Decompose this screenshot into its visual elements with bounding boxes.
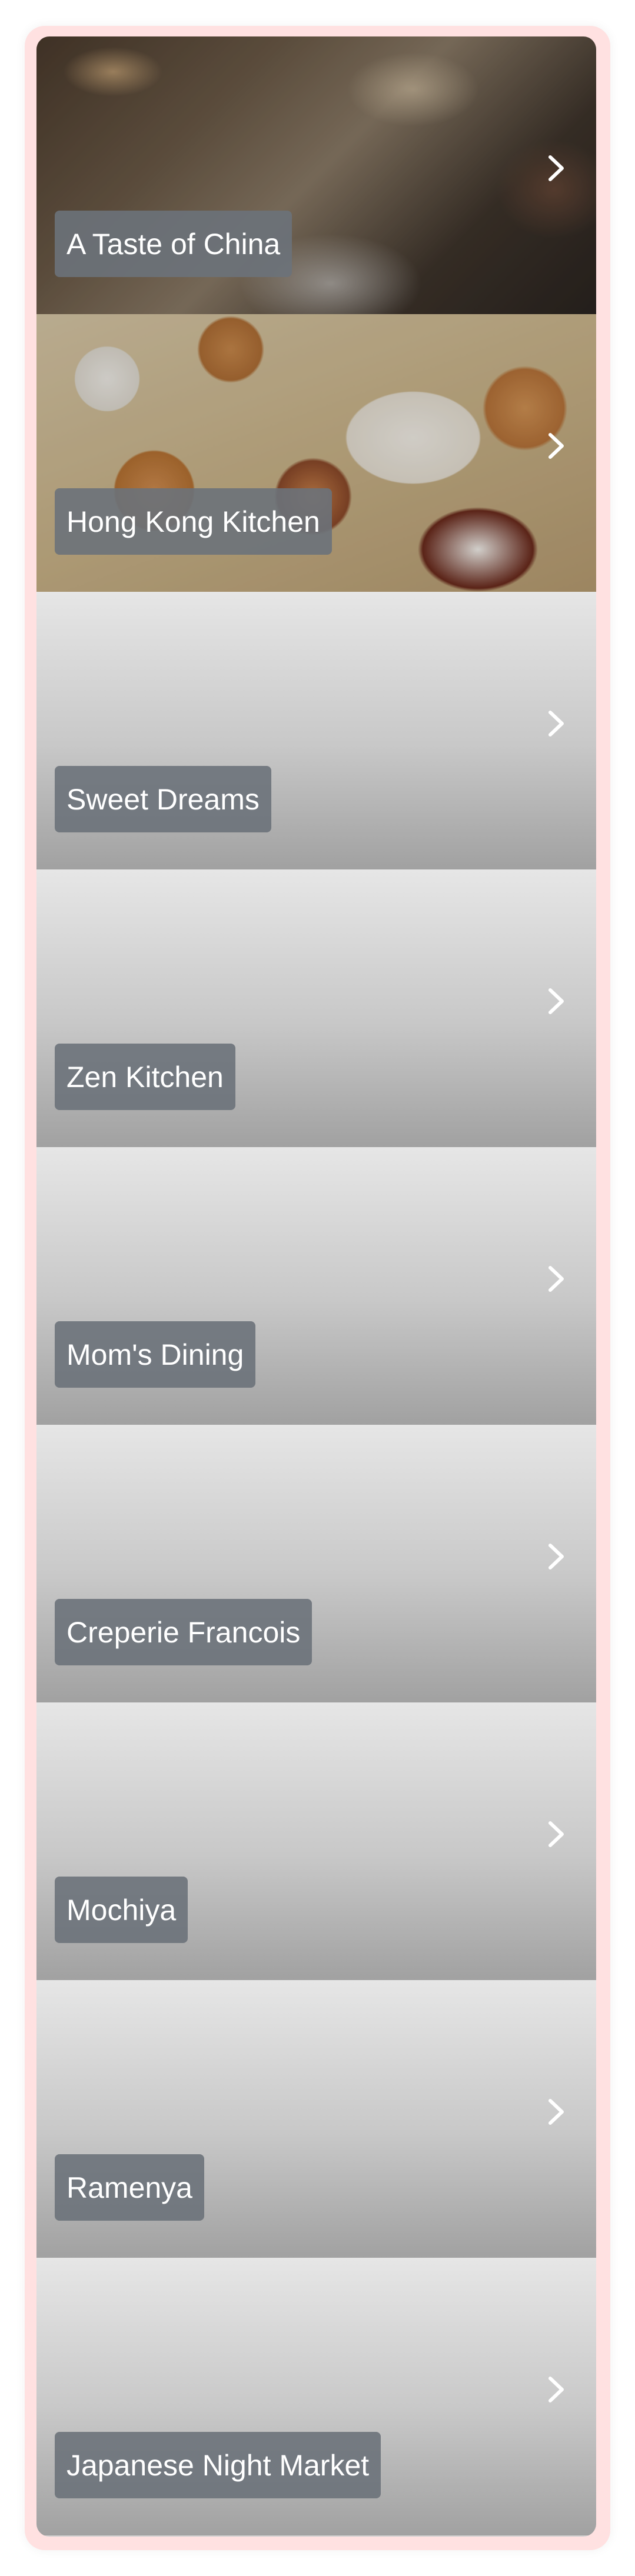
- restaurant-name: Creperie Francois: [55, 1599, 312, 1665]
- restaurant-list: A Taste of China Hong Kong Kitchen Sweet…: [36, 36, 596, 2537]
- restaurant-card-creperie-francois[interactable]: Creperie Francois: [36, 1425, 596, 1702]
- chevron-right-icon: [546, 154, 567, 183]
- restaurant-name: Japanese Night Market: [55, 2432, 381, 2498]
- chevron-right-icon: [546, 2375, 567, 2404]
- restaurant-card-sweet-dreams[interactable]: Sweet Dreams: [36, 592, 596, 869]
- chevron-right-icon: [546, 1264, 567, 1294]
- restaurant-name: A Taste of China: [55, 211, 292, 277]
- restaurant-card-ramenya[interactable]: Ramenya: [36, 1980, 596, 2258]
- chevron-right-icon: [546, 2097, 567, 2127]
- restaurant-card-hong-kong-kitchen[interactable]: Hong Kong Kitchen: [36, 314, 596, 592]
- chevron-right-icon: [546, 709, 567, 738]
- restaurant-card-mochiya[interactable]: Mochiya: [36, 1702, 596, 1980]
- restaurant-card-japanese-night-market[interactable]: Japanese Night Market: [36, 2258, 596, 2535]
- chevron-right-icon: [546, 1819, 567, 1849]
- restaurant-name: Hong Kong Kitchen: [55, 488, 332, 555]
- restaurant-name: Zen Kitchen: [55, 1044, 235, 1110]
- restaurant-name: Mom's Dining: [55, 1321, 256, 1388]
- restaurant-name: Ramenya: [55, 2154, 204, 2221]
- restaurant-card-zen-kitchen[interactable]: Zen Kitchen: [36, 869, 596, 1147]
- restaurant-card-moms-dining[interactable]: Mom's Dining: [36, 1147, 596, 1425]
- chevron-right-icon: [546, 1542, 567, 1571]
- restaurant-name: Sweet Dreams: [55, 766, 271, 832]
- chevron-right-icon: [546, 987, 567, 1016]
- chevron-right-icon: [546, 431, 567, 461]
- restaurant-name: Mochiya: [55, 1877, 188, 1943]
- restaurant-card-a-taste-of-china[interactable]: A Taste of China: [36, 36, 596, 314]
